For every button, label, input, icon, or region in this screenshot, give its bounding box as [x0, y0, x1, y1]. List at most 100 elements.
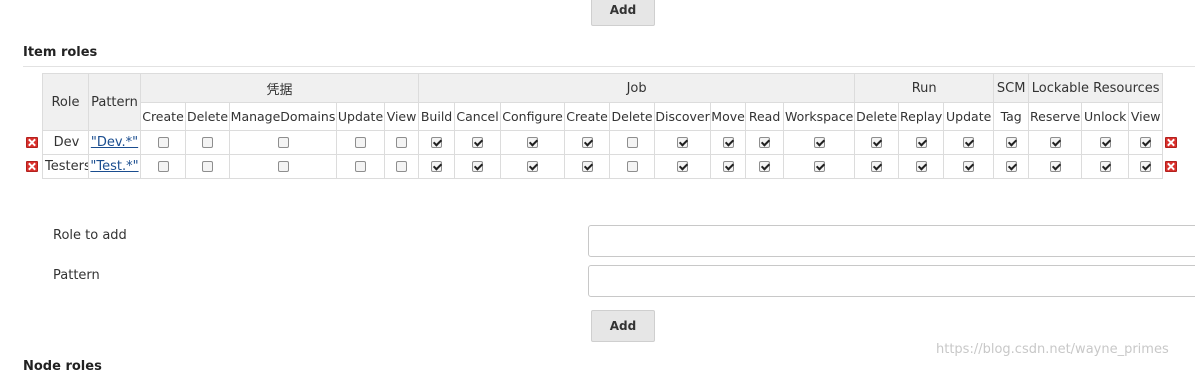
permission-cell [1081, 130, 1130, 155]
permission-checkbox[interactable] [1005, 161, 1017, 172]
pattern-link[interactable]: "Test.*" [90, 159, 138, 174]
permission-checkbox[interactable] [626, 161, 638, 172]
permission-cell [336, 130, 385, 155]
permission-checkbox[interactable] [431, 161, 443, 172]
permission-checkbox[interactable] [472, 161, 484, 172]
permission-column-header: Update [943, 102, 995, 131]
permission-checkbox[interactable] [277, 137, 289, 148]
add-role-button-top[interactable]: Add [591, 0, 655, 26]
permission-cell [383, 130, 420, 155]
permission-checkbox[interactable] [677, 161, 689, 172]
permission-checkbox[interactable] [677, 137, 689, 148]
permission-cell [454, 130, 502, 155]
permission-checkbox[interactable] [581, 161, 593, 172]
permission-checkbox[interactable] [1140, 137, 1152, 148]
permission-checkbox[interactable] [396, 161, 408, 172]
permission-cell [609, 130, 656, 155]
permission-cell [500, 130, 566, 155]
permission-checkbox[interactable] [1005, 137, 1017, 148]
permission-checkbox[interactable] [157, 161, 169, 172]
permission-checkbox[interactable] [759, 161, 771, 172]
role-row: Dev "Dev.*" [42, 130, 1164, 155]
permission-cell [500, 154, 566, 179]
delete-role-icon-right[interactable] [1165, 137, 1177, 148]
permission-column-header: Discover [654, 102, 712, 131]
permission-checkbox[interactable] [277, 161, 289, 172]
permission-column-header: Create [564, 102, 611, 131]
role-to-add-input[interactable] [588, 225, 1195, 257]
permission-checkbox[interactable] [581, 137, 593, 148]
permission-cell [943, 130, 995, 155]
permission-cell [898, 154, 945, 179]
add-role-button[interactable]: Add [591, 310, 655, 342]
pattern-input[interactable] [588, 265, 1195, 297]
permission-checkbox[interactable] [431, 137, 443, 148]
permission-checkbox[interactable] [355, 161, 366, 172]
permission-cell [710, 154, 747, 179]
permission-column-header: Configure [500, 102, 566, 131]
permission-cell [710, 130, 747, 155]
delete-role-icon[interactable] [26, 161, 38, 172]
permission-cell [564, 154, 611, 179]
permission-column-header: Replay [898, 102, 945, 131]
permission-group-header: SCM [993, 73, 1030, 103]
permission-checkbox[interactable] [1049, 137, 1061, 148]
permission-cell [140, 130, 186, 155]
permission-checkbox[interactable] [202, 137, 213, 148]
permission-column-header: Delete [185, 102, 230, 131]
permission-checkbox[interactable] [626, 137, 638, 148]
role-row: Testers "Test.*" [42, 154, 1164, 179]
delete-role-icon-right[interactable] [1165, 161, 1177, 172]
permission-column-header: View [383, 102, 420, 131]
permission-checkbox[interactable] [355, 137, 366, 148]
permission-cell [1028, 130, 1083, 155]
permission-checkbox[interactable] [871, 161, 883, 172]
permission-column-header: Create [140, 102, 186, 131]
permission-column-header: Reserve [1028, 102, 1083, 131]
permission-checkbox[interactable] [963, 137, 975, 148]
permission-checkbox[interactable] [722, 161, 734, 172]
permission-cell [383, 154, 420, 179]
permission-checkbox[interactable] [1099, 137, 1111, 148]
permission-checkbox[interactable] [527, 161, 539, 172]
pattern-column-header: Pattern [88, 73, 141, 131]
permission-cell [854, 154, 900, 179]
permission-checkbox[interactable] [396, 137, 408, 148]
permission-checkbox[interactable] [813, 161, 825, 172]
permission-cell [229, 130, 337, 155]
permission-cell [898, 130, 945, 155]
permission-group-header: Run [854, 73, 995, 103]
permission-checkbox[interactable] [1140, 161, 1152, 172]
pattern-cell: "Test.*" [88, 154, 141, 179]
permission-cell [336, 154, 385, 179]
permission-cell [654, 154, 712, 179]
pattern-link[interactable]: "Dev.*" [91, 135, 138, 150]
permission-cell [654, 130, 712, 155]
permission-cell [564, 130, 611, 155]
permission-checkbox[interactable] [527, 137, 539, 148]
permission-checkbox[interactable] [157, 137, 169, 148]
pattern-label: Pattern [53, 268, 100, 283]
permission-checkbox[interactable] [963, 161, 975, 172]
role-column-header: Role [42, 73, 89, 131]
delete-role-icon[interactable] [26, 137, 38, 148]
permission-checkbox[interactable] [871, 137, 883, 148]
permission-checkbox[interactable] [759, 137, 771, 148]
permission-column-header: Update [336, 102, 385, 131]
permission-cell [609, 154, 656, 179]
permission-checkbox[interactable] [915, 161, 927, 172]
permission-column-header: Move [710, 102, 747, 131]
permission-cell [783, 154, 856, 179]
permission-checkbox[interactable] [722, 137, 734, 148]
permission-checkbox[interactable] [813, 137, 825, 148]
permission-column-header: Delete [854, 102, 900, 131]
permission-cell [140, 154, 186, 179]
permission-checkbox[interactable] [915, 137, 927, 148]
permission-column-header: Unlock [1081, 102, 1130, 131]
permission-checkbox[interactable] [1099, 161, 1111, 172]
permission-column-header: Tag [993, 102, 1030, 131]
permission-column-header: Build [418, 102, 456, 131]
permission-checkbox[interactable] [472, 137, 484, 148]
permission-checkbox[interactable] [1049, 161, 1061, 172]
permission-checkbox[interactable] [202, 161, 213, 172]
